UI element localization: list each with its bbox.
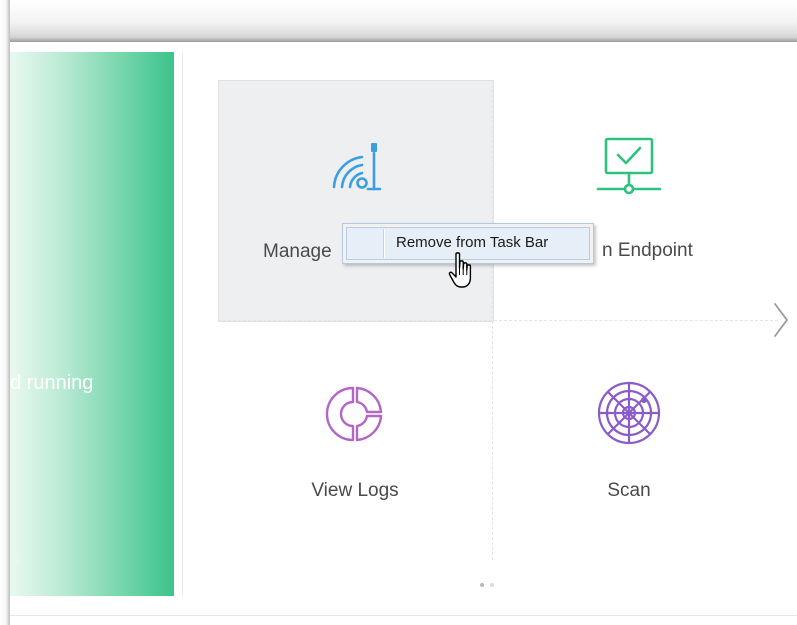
tile-manage[interactable]: Manage [218,80,494,322]
context-menu: Remove from Task Bar [342,223,594,264]
tile-manage-label: Manage [263,241,332,262]
tile-endpoint-label: n Endpoint [602,240,693,261]
chevron-right-icon[interactable] [770,300,792,340]
monitor-check-icon [594,135,664,204]
application-window: d running N Manage n Endpoint View Logs … [0,0,797,625]
tile-scan[interactable]: Scan [492,320,766,560]
tile-endpoint[interactable]: n Endpoint [492,80,766,320]
status-text: d running [10,372,94,394]
page-indicator [480,574,500,587]
window-bottom-border [10,615,797,616]
title-bar [0,0,797,42]
menu-item-remove-from-task-bar[interactable]: Remove from Task Bar [346,227,590,260]
panel-divider [182,52,183,596]
tile-scan-label: Scan [607,480,651,501]
tile-view-logs-label: View Logs [311,480,399,501]
radar-icon [594,378,664,453]
menu-gutter [383,229,385,258]
page-dot-active[interactable] [480,583,484,587]
menu-item-label: Remove from Task Bar [396,234,549,251]
task-bar-tiles: Manage n Endpoint View Logs Scan [190,52,797,596]
wifi-antenna-icon [326,139,386,202]
window-left-edge [0,0,10,625]
tile-view-logs[interactable]: View Logs [218,320,492,560]
status-panel: d running N [10,52,174,596]
donut-chart-icon [323,382,387,451]
tile-grid-divider-horizontal [218,320,778,321]
status-panel-footer-text: N [12,555,20,567]
page-dot[interactable] [490,583,494,587]
